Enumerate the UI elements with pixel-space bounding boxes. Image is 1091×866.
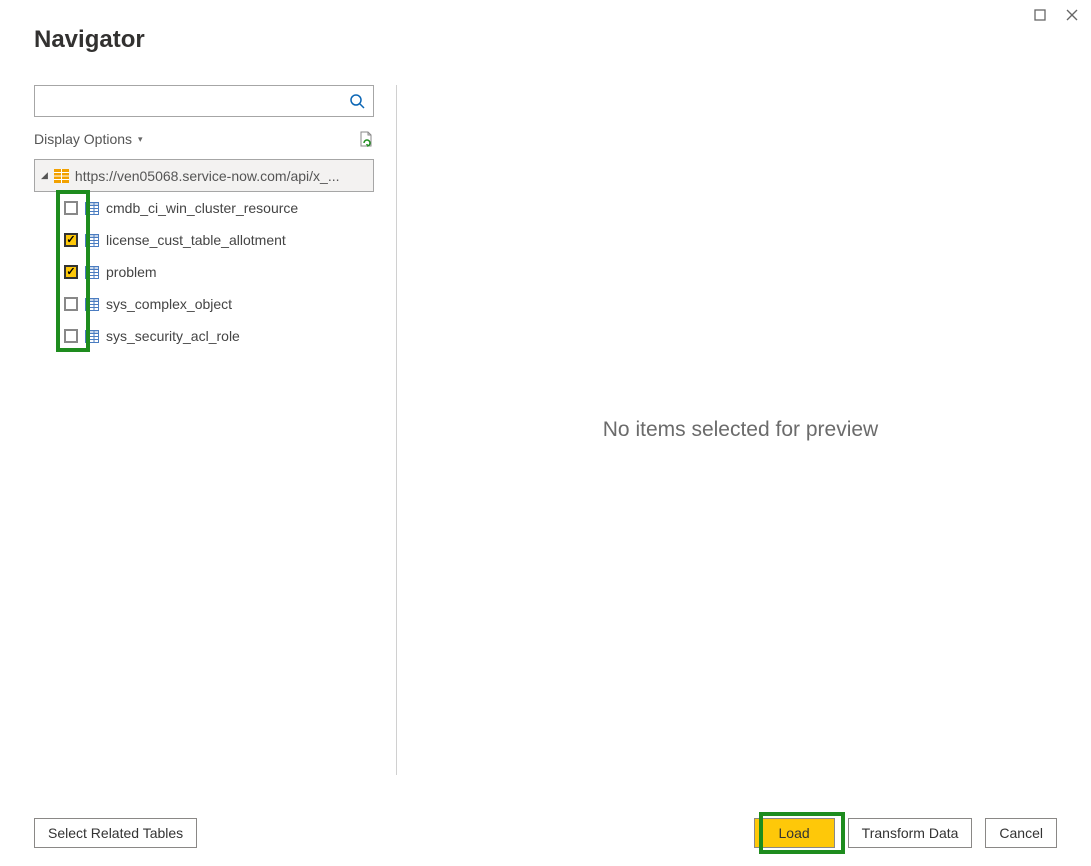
database-icon <box>54 169 69 183</box>
table-icon <box>85 234 99 247</box>
tree-item-label: cmdb_ci_win_cluster_resource <box>106 200 298 216</box>
tree-item-label: sys_security_acl_role <box>106 328 240 344</box>
display-options-label: Display Options <box>34 131 132 147</box>
checkbox[interactable] <box>64 201 78 215</box>
panel-separator <box>396 85 397 775</box>
tree-item-label: sys_complex_object <box>106 296 232 312</box>
tree-item-label: problem <box>106 264 157 280</box>
navigator-tree: ◢ https://ven05068.service-now.com/api/x… <box>34 159 374 352</box>
tree-item[interactable]: license_cust_table_allotment <box>34 224 374 256</box>
tree-item[interactable]: cmdb_ci_win_cluster_resource <box>34 192 374 224</box>
cancel-button[interactable]: Cancel <box>985 818 1057 848</box>
table-icon <box>85 202 99 215</box>
checkbox[interactable] <box>64 233 78 247</box>
tree-item-label: license_cust_table_allotment <box>106 232 286 248</box>
chevron-down-icon: ▾ <box>138 134 143 145</box>
checkbox[interactable] <box>64 297 78 311</box>
display-options-dropdown[interactable]: Display Options ▾ <box>34 131 143 147</box>
checkbox[interactable] <box>64 329 78 343</box>
tree-item[interactable]: problem <box>34 256 374 288</box>
tree-root[interactable]: ◢ https://ven05068.service-now.com/api/x… <box>34 159 374 192</box>
preview-empty-message: No items selected for preview <box>603 418 878 442</box>
search-icon[interactable] <box>349 93 365 109</box>
checkbox[interactable] <box>64 265 78 279</box>
preview-panel: No items selected for preview <box>410 85 1071 775</box>
tree-root-label: https://ven05068.service-now.com/api/x_.… <box>75 168 340 184</box>
close-icon[interactable] <box>1065 8 1079 22</box>
tree-item[interactable]: sys_complex_object <box>34 288 374 320</box>
table-icon <box>85 266 99 279</box>
collapse-icon[interactable]: ◢ <box>41 170 48 181</box>
search-input[interactable] <box>43 86 349 116</box>
select-related-tables-button[interactable]: Select Related Tables <box>34 818 197 848</box>
page-title: Navigator <box>34 26 145 54</box>
search-box[interactable] <box>34 85 374 117</box>
load-button[interactable]: Load <box>754 818 835 848</box>
table-icon <box>85 298 99 311</box>
transform-data-button[interactable]: Transform Data <box>848 818 973 848</box>
tree-item[interactable]: sys_security_acl_role <box>34 320 374 352</box>
refresh-icon[interactable] <box>358 131 374 148</box>
maximize-icon[interactable] <box>1033 8 1047 22</box>
table-icon <box>85 330 99 343</box>
